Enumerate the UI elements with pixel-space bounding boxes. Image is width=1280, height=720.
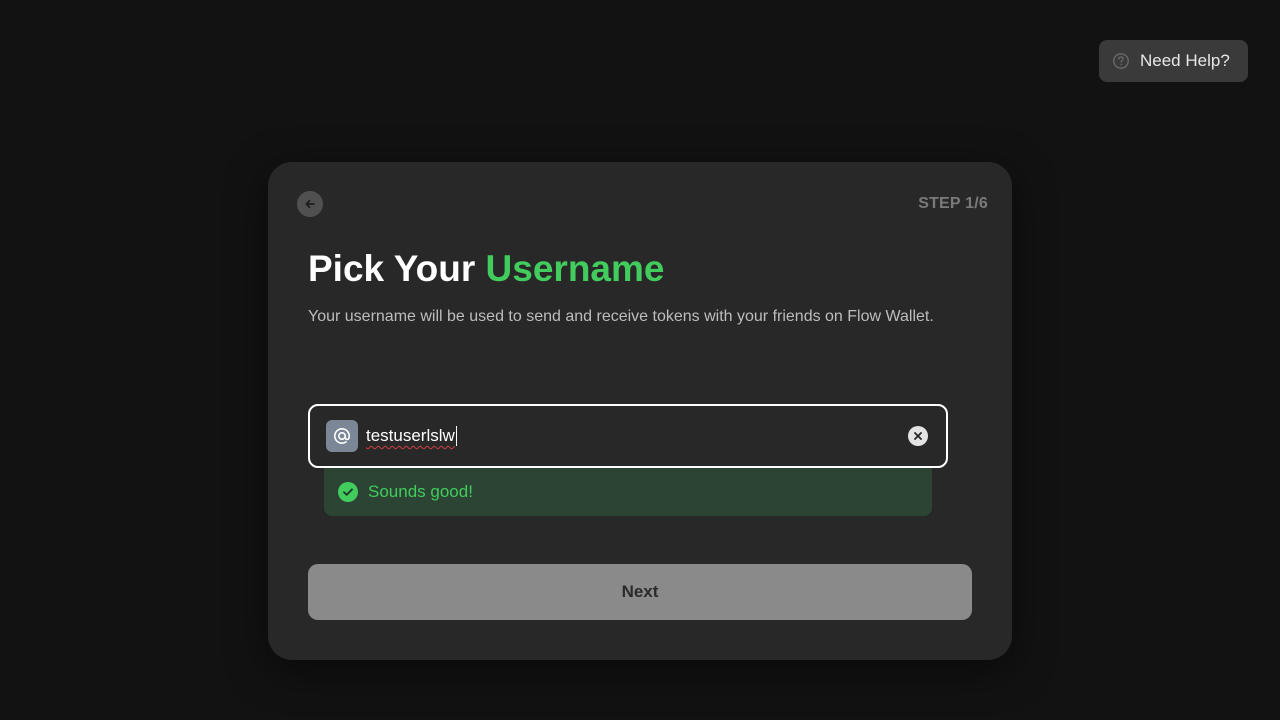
username-value: testuserlslw <box>366 426 455 445</box>
username-card: STEP 1/6 Pick Your Username Your usernam… <box>268 162 1012 660</box>
check-circle-icon <box>338 482 358 502</box>
status-text: Sounds good! <box>368 482 473 501</box>
clear-input-button[interactable] <box>908 426 928 446</box>
title-prefix: Pick Your <box>308 248 476 289</box>
username-input[interactable]: testuserlslw <box>308 404 948 468</box>
need-help-label: Need Help? <box>1140 51 1230 70</box>
text-caret <box>455 426 457 446</box>
title-accent: Username <box>485 248 665 289</box>
arrow-left-icon <box>304 198 316 210</box>
page-subtitle: Your username will be used to send and r… <box>308 308 934 325</box>
close-icon <box>914 432 922 440</box>
back-button[interactable] <box>297 191 323 217</box>
question-circle-icon <box>1112 52 1130 70</box>
need-help-button[interactable]: Need Help? <box>1099 40 1248 82</box>
step-indicator: STEP 1/6 <box>918 195 988 212</box>
next-button[interactable]: Next <box>308 564 972 620</box>
at-sign-icon <box>326 420 358 452</box>
page-title: Pick Your Username <box>308 248 664 290</box>
username-status-message: Sounds good! <box>324 468 932 516</box>
